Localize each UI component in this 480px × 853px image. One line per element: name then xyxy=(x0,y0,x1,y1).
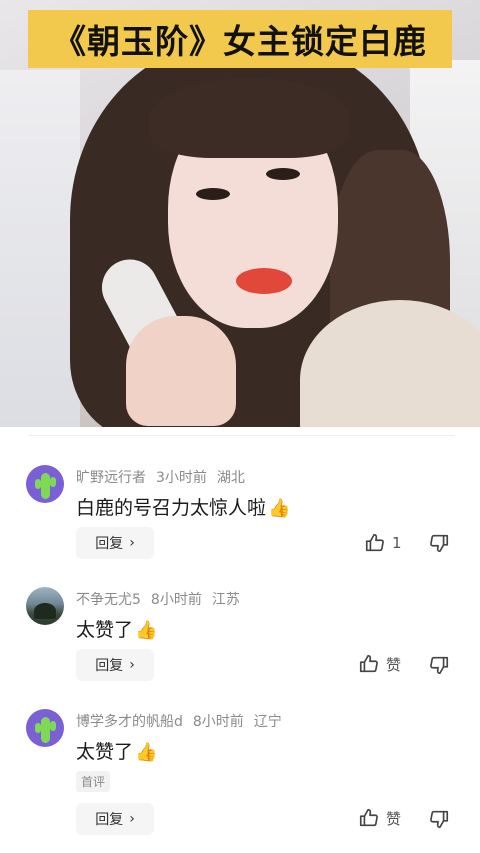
divider xyxy=(28,435,454,436)
comment-text-content: 太赞了 xyxy=(76,741,134,763)
video-figure-eye xyxy=(196,188,230,200)
comment-text: 太赞了 👍 xyxy=(76,737,157,764)
thumbs-up-icon xyxy=(359,808,378,827)
comment-text: 白鹿的号召力太惊人啦 👍 xyxy=(76,493,290,520)
landscape-photo-avatar[interactable] xyxy=(26,587,64,625)
like-button[interactable]: 赞 xyxy=(358,653,401,675)
cactus-avatar[interactable] xyxy=(26,709,64,747)
reply-button-label: 回复 xyxy=(95,536,124,552)
like-count: 1 xyxy=(392,534,402,552)
thumbs-down-icon xyxy=(430,656,449,675)
comment-meta: 博学多才的帆船d 8小时前 辽宁 xyxy=(76,711,292,731)
dislike-button[interactable] xyxy=(428,808,452,832)
comment-text: 太赞了 👍 xyxy=(76,615,157,642)
like-button[interactable]: 赞 xyxy=(358,807,401,829)
reply-button[interactable]: 回复 › xyxy=(76,649,154,681)
video-figure-eye xyxy=(266,168,300,180)
thumbs-down-icon xyxy=(430,810,449,829)
thumbs-down-icon xyxy=(430,534,449,553)
like-label: 赞 xyxy=(386,655,402,674)
dislike-button[interactable] xyxy=(428,654,452,678)
chevron-right-icon: › xyxy=(129,535,135,551)
background-window xyxy=(0,70,80,427)
reply-button-label: 回复 xyxy=(95,658,124,674)
chevron-right-icon: › xyxy=(129,811,135,827)
chevron-right-icon: › xyxy=(129,657,135,673)
video-figure-hand xyxy=(126,316,236,426)
thumbs-up-icon xyxy=(359,654,378,673)
comment-location: 辽宁 xyxy=(253,714,282,730)
comment-time: 8小时前 xyxy=(150,592,202,608)
comment-time: 8小时前 xyxy=(192,714,244,730)
thumbs-up-emoji: 👍 xyxy=(268,498,291,519)
comment-username[interactable]: 不争无尤5 xyxy=(76,592,141,608)
comment-text-content: 白鹿的号召力太惊人啦 xyxy=(76,497,267,519)
reply-button-label: 回复 xyxy=(95,812,124,828)
video-title-banner: 《朝玉阶》女主锁定白鹿 xyxy=(28,10,452,68)
like-label: 赞 xyxy=(386,809,402,828)
reply-button[interactable]: 回复 › xyxy=(76,803,154,835)
dislike-button[interactable] xyxy=(428,532,452,556)
thumbs-up-emoji: 👍 xyxy=(135,620,158,641)
video-frame[interactable]: 《朝玉阶》女主锁定白鹿 xyxy=(0,0,480,427)
thumbs-up-icon xyxy=(365,533,384,552)
comment-meta: 旷野远行者 3小时前 湖北 xyxy=(76,467,255,487)
video-figure-bangs xyxy=(150,78,350,158)
comment-username[interactable]: 旷野远行者 xyxy=(76,470,146,486)
video-figure-lips xyxy=(236,268,292,294)
thumbs-up-emoji: 👍 xyxy=(135,742,158,763)
comment-list: 旷野远行者 3小时前 湖北 白鹿的号召力太惊人啦 👍 回复 › 1 不争无尤5 8小时前江… xyxy=(0,427,480,853)
comment-meta: 不争无尤5 8小时前 江苏 xyxy=(76,589,250,609)
reply-button[interactable]: 回复 › xyxy=(76,527,154,559)
cactus-avatar[interactable] xyxy=(26,465,64,503)
first-comment-badge: 首评 xyxy=(76,771,111,792)
comment-time: 3小时前 xyxy=(156,470,207,486)
comment-username[interactable]: 博学多才的帆船d xyxy=(76,714,183,730)
comment-location: 江苏 xyxy=(211,592,240,608)
like-button[interactable]: 1 xyxy=(364,532,402,554)
comment-text-content: 太赞了 xyxy=(76,619,134,641)
comment-location: 湖北 xyxy=(216,470,245,486)
